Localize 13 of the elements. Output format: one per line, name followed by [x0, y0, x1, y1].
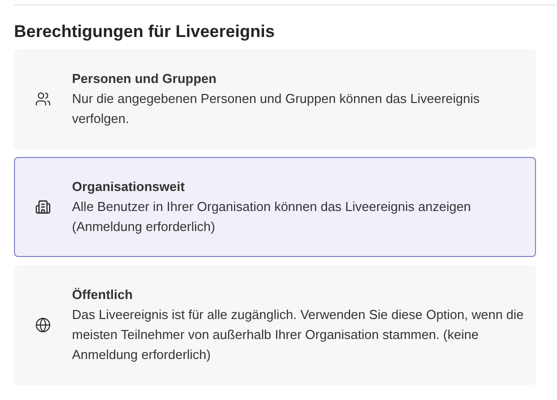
option-title: Organisationsweit: [72, 178, 186, 196]
people-icon: [35, 91, 51, 107]
permission-option[interactable]: Organisationsweit Alle Benutzer in Ihrer Organisation können das Liveereignis anzeigen (Anmeldung erforderlich): [14, 157, 536, 257]
option-description: Das Liveereignis ist für alle zugänglich. Verwenden Sie diese Option, wenn die meisten Teilnehmer von außerhalb Ihrer Organisation stammen. (keine Anmeldung erforderlich): [72, 306, 525, 364]
globe-icon: [35, 317, 51, 333]
section-heading: Berechtigungen für Liveereignis: [14, 21, 276, 43]
option-title: Öffentlich: [72, 286, 134, 304]
option-description: Alle Benutzer in Ihrer Organisation können das Liveereignis anzeigen (Anmeldung erforderlich): [72, 198, 472, 236]
permission-option[interactable]: Personen und Gruppen Nur die angegebenen Personen und Gruppen können das Liveereignis verfolgen.: [14, 49, 536, 149]
permission-option[interactable]: Öffentlich Das Liveereignis ist für alle zugänglich. Verwenden Sie diese Option, wenn die meisten Teilnehmer von außerhalb Ihrer Organisation stammen. (keine Anmeldung erforderlich): [14, 265, 536, 385]
option-description: Nur die angegebenen Personen und Gruppen können das Liveereignis verfolgen.: [72, 90, 481, 128]
building-icon: [35, 199, 51, 215]
option-title: Personen und Gruppen: [72, 70, 218, 88]
